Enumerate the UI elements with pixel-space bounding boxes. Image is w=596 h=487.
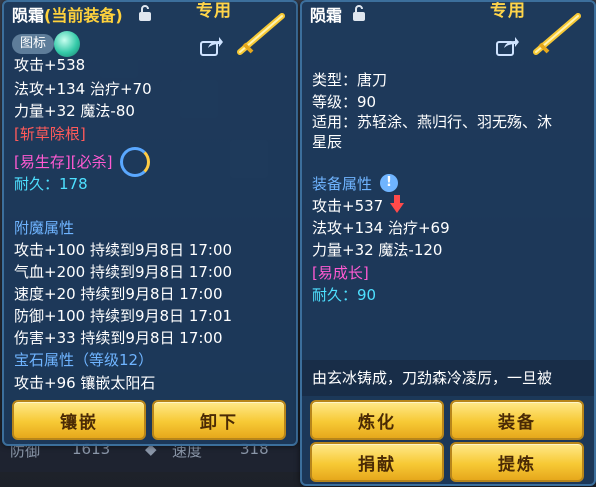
exclusive-tag: 专用 (490, 1, 526, 21)
durability: 耐久：90 (312, 286, 377, 304)
arrow-down-icon (390, 195, 404, 213)
enchant-attack: 攻击+100 持续到9月8日 17:00 (14, 241, 233, 259)
enchant-speed: 速度+20 持续到9月8日 17:00 (14, 285, 223, 303)
stat-magic-heal: 法攻+134 治疗+70 (14, 80, 152, 98)
stat-magic-heal: 法攻+134 治疗+69 (312, 219, 450, 237)
enchant-hp: 气血+200 持续到9月8日 17:00 (14, 263, 233, 281)
extract-button[interactable]: 提炼 (450, 442, 584, 482)
weapon-icon (237, 13, 285, 55)
unequip-button[interactable]: 卸下 (152, 400, 286, 440)
icon-badge[interactable]: 图标 (12, 34, 54, 54)
equip-button[interactable]: 装备 (450, 400, 584, 440)
durability: 耐久：178 (14, 175, 88, 193)
refine-button[interactable]: 炼化 (310, 400, 444, 440)
item-name: 陨霜 (310, 6, 343, 25)
equipped-tag: (当前装备) (44, 6, 123, 25)
item-level: 等级：90 (312, 93, 377, 111)
description-box: 由玄冰铸成，刀劲森冷凌厉，一旦被 (302, 360, 594, 396)
item-name-text: 陨霜 (12, 6, 45, 25)
enchant-title: 附魔属性 (14, 219, 75, 237)
share-icon[interactable] (496, 36, 520, 56)
stat-str-magic: 力量+32 魔法-80 (14, 102, 135, 120)
trait-line: [易生存][必杀] (14, 153, 113, 171)
stat-str-magic: 力量+32 魔法-120 (312, 241, 443, 259)
stat-attack: 攻击+538 (14, 56, 86, 74)
trait-survive: 易生存 (19, 153, 65, 171)
info-icon[interactable]: ! (380, 174, 398, 192)
donate-button[interactable]: 捐献 (310, 442, 444, 482)
weapon-icon (533, 13, 581, 55)
current-equipment-panel: 陨霜(当前装备) 专用 图标 攻击+538 法攻+134 治疗+70 力量+32… (2, 0, 298, 446)
item-fit-2: 星辰 (312, 133, 343, 151)
enchant-damage: 伤害+33 持续到9月8日 17:00 (14, 329, 223, 347)
trait-crit: [必杀] (70, 153, 113, 171)
stat-attack: 攻击+537 (312, 197, 384, 215)
item-description: 由玄冰铸成，刀劲森冷凌厉，一旦被 (312, 369, 553, 387)
item-type: 类型：唐刀 (312, 71, 388, 89)
exclusive-tag: 专用 (196, 1, 232, 21)
share-icon[interactable] (200, 36, 224, 56)
unlock-icon[interactable] (138, 5, 152, 21)
trait-grow: [易成长] (312, 264, 369, 282)
gem-title: 宝石属性（等级12） (14, 351, 154, 369)
item-fit-1: 适用：苏轻涂、燕归行、羽无殇、沐 (312, 113, 553, 131)
equip-attr-title: 装备属性 (312, 175, 373, 193)
orb-icon[interactable] (54, 31, 80, 57)
enchant-defense: 防御+100 持续到9月8日 17:01 (14, 307, 233, 325)
gem-attack: 攻击+96 镶嵌太阳石 (14, 374, 156, 392)
special-skill: [斩草除根] (14, 125, 86, 143)
item-name: 陨霜(当前装备) (12, 2, 123, 26)
inlay-button[interactable]: 镶嵌 (12, 400, 146, 440)
compare-equipment-panel: 陨霜 专用 类型：唐刀 等级：90 适用：苏轻涂、燕归行、羽无殇、沐 星辰 装备… (300, 0, 596, 486)
unlock-icon[interactable] (352, 5, 366, 21)
swirl-icon[interactable] (120, 147, 150, 177)
